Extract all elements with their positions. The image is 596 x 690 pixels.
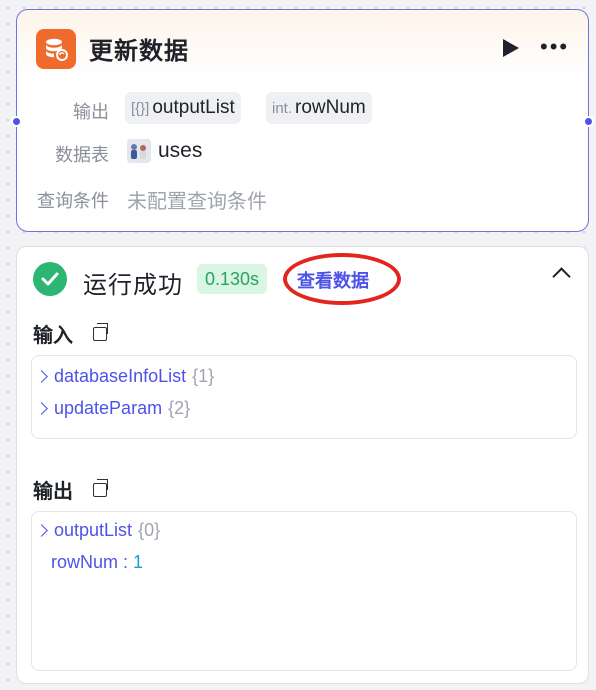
run-result-panel: 运行成功 0.130s 查看数据 输入 databaseInfoList {1}… [16, 246, 589, 684]
node-title: 更新数据 [89, 38, 189, 65]
copy-input-icon[interactable] [93, 323, 108, 341]
condition-value: 未配置查询条件 [127, 191, 267, 213]
json-count: {1} [192, 366, 215, 386]
input-section-title: 输入 [33, 325, 73, 347]
json-row-rownum: rowNum : 1 [51, 552, 143, 573]
json-separator: : [118, 552, 134, 572]
annotation-circle [283, 253, 401, 305]
chevron-right-icon [35, 402, 48, 415]
run-button[interactable] [503, 39, 519, 57]
json-key: rowNum [51, 552, 119, 572]
json-key: databaseInfoList [54, 366, 187, 386]
condition-label: 查询条件 [37, 191, 109, 211]
output-tag-outputlist: [{}] outputList [125, 92, 241, 124]
output-tag-rownum: int. rowNum [266, 92, 372, 124]
json-key: updateParam [54, 398, 163, 418]
more-options-icon[interactable]: ••• [540, 34, 569, 60]
table-avatar-icon [127, 139, 151, 163]
success-check-icon [33, 262, 67, 296]
run-status: 运行成功 [83, 272, 183, 299]
input-json-viewer: databaseInfoList {1} updateParam {2} [31, 355, 577, 439]
json-count: {2} [168, 398, 191, 418]
json-row-outputlist[interactable]: outputList {0} [32, 520, 160, 541]
output-label: 输出 [73, 102, 109, 122]
output-section-title: 输出 [33, 481, 73, 503]
json-count: {0} [138, 520, 161, 540]
int-type: int. [272, 99, 293, 117]
chevron-right-icon [35, 370, 48, 383]
output-name: rowNum [295, 97, 366, 118]
output-json-viewer: outputList {0} rowNum : 1 [31, 511, 577, 671]
duration-badge: 0.130s [197, 264, 268, 294]
table-label: 数据表 [55, 145, 109, 165]
database-sync-icon [36, 29, 76, 69]
array-object-type: [{}] [131, 99, 150, 117]
chevron-right-icon [35, 524, 48, 537]
json-value: 1 [133, 552, 144, 572]
update-data-node[interactable]: 更新数据 ••• 输出 [{}] outputList int. rowNum … [11, 9, 594, 232]
json-row-databaseinfolist[interactable]: databaseInfoList {1} [32, 366, 214, 387]
collapse-icon[interactable] [552, 267, 571, 286]
json-row-updateparam[interactable]: updateParam {2} [32, 398, 190, 419]
copy-output-icon[interactable] [93, 479, 108, 497]
json-key: outputList [54, 520, 133, 540]
output-port[interactable] [583, 116, 594, 127]
table-name: uses [158, 139, 203, 162]
output-name: outputList [152, 97, 235, 118]
input-port[interactable] [11, 116, 22, 127]
